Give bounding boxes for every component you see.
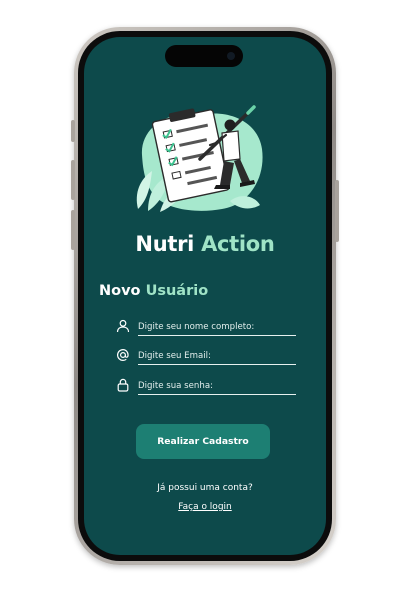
login-link[interactable]: Faça o login — [84, 502, 326, 512]
phone-volume-up-button — [71, 160, 75, 200]
nutrition-checklist-illustration — [136, 105, 263, 212]
email-input[interactable] — [138, 348, 296, 365]
app-title-part1: Nutri — [135, 232, 202, 256]
form-heading-part1: Novo — [99, 283, 146, 299]
register-button[interactable]: Realizar Cadastro — [136, 424, 270, 459]
app-screen: Nutri Action Novo Usuário Realizar Cadas… — [84, 37, 326, 555]
phone-action-button — [71, 120, 75, 142]
at-sign-icon — [116, 348, 129, 362]
app-title-part2: Action — [201, 232, 275, 256]
app-title: Nutri Action — [84, 232, 326, 256]
form-heading: Novo Usuário — [99, 283, 208, 299]
email-field — [116, 348, 297, 368]
dynamic-island — [165, 45, 243, 67]
password-input[interactable] — [138, 378, 296, 395]
lock-icon — [117, 378, 129, 392]
phone-volume-down-button — [71, 210, 75, 250]
phone-power-button — [335, 180, 339, 242]
name-input[interactable] — [138, 319, 296, 336]
form-heading-part2: Usuário — [145, 283, 209, 299]
has-account-text: Já possui uma conta? — [157, 483, 253, 493]
name-field — [116, 319, 297, 339]
front-camera-icon — [227, 52, 235, 60]
password-field — [116, 378, 297, 398]
user-icon — [116, 319, 130, 333]
